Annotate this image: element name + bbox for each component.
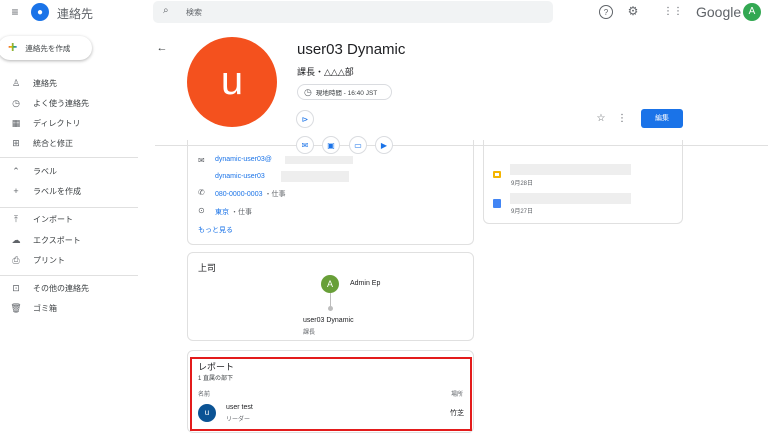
- menu-icon[interactable]: ≡: [8, 5, 22, 19]
- archive-icon: ⊡: [12, 282, 20, 293]
- manager-avatar[interactable]: A: [321, 275, 339, 293]
- contact-avatar: u: [187, 37, 277, 127]
- column-location: 場所: [450, 392, 463, 398]
- sidebar-item-other-contacts[interactable]: ⊡ その他の連絡先: [0, 278, 138, 298]
- video-button[interactable]: ▶: [375, 136, 393, 154]
- activity-date: 9月27日: [511, 209, 534, 215]
- self-title: 課長: [303, 330, 316, 336]
- redacted-block: [510, 164, 631, 175]
- divider: [0, 157, 138, 158]
- manager-card: 上司 A Admin Ep user03 Dynamic 課長: [187, 252, 474, 341]
- history-icon: ◷: [12, 97, 20, 108]
- chat-button[interactable]: ▭: [349, 136, 367, 154]
- cloud-download-icon: ☁: [11, 234, 21, 245]
- more-vert-icon[interactable]: ⋮: [616, 112, 628, 124]
- merge-icon: ⊞: [12, 137, 20, 148]
- redacted-block: [510, 193, 631, 204]
- contact-details-card: ✉ dynamic-user03@ dynamic-user03 ✆ 080-0…: [187, 140, 474, 245]
- chat-icon: ▭: [354, 140, 362, 150]
- address-type: ・仕事: [230, 209, 252, 216]
- phone-icon: ✆: [198, 188, 205, 197]
- divider: [0, 275, 138, 276]
- video-icon: ▶: [380, 140, 388, 150]
- report-location: 竹芝: [450, 410, 464, 417]
- back-arrow-icon[interactable]: ←: [155, 41, 169, 55]
- settings-icon[interactable]: ⚙: [626, 4, 640, 18]
- reports-title: レポート: [198, 362, 235, 372]
- chevron-up-icon: ⌃: [12, 165, 20, 176]
- sidebar-item-contacts[interactable]: ♙ 連絡先: [0, 73, 138, 93]
- calendar-icon: ▣: [327, 140, 335, 150]
- sidebar-item-directory[interactable]: ▦ ディレクトリ: [0, 113, 138, 133]
- label-button[interactable]: ⊳: [296, 110, 314, 128]
- email-button[interactable]: ✉: [296, 136, 314, 154]
- phone-link[interactable]: 080-0000-0003: [215, 191, 263, 198]
- search-icon[interactable]: ⌕: [163, 5, 169, 16]
- sidebar-item-frequent[interactable]: ◷ よく使う連絡先: [0, 93, 138, 113]
- manager-name[interactable]: Admin Ep: [350, 280, 380, 287]
- print-icon: ⎙: [12, 254, 20, 265]
- sidebar-item-create-label[interactable]: + ラベルを作成: [0, 181, 138, 201]
- report-name: user test: [226, 404, 253, 411]
- redacted-block: [281, 171, 349, 182]
- sidebar-item-trash[interactable]: 🗑︎ ゴミ箱: [0, 298, 138, 318]
- local-time-chip: ◷ 現地時間 - 16:40 JST: [297, 84, 392, 100]
- location-icon: ⊙: [198, 206, 205, 215]
- app-title: 連絡先: [57, 7, 94, 21]
- search-input[interactable]: 検索: [186, 7, 202, 18]
- create-contact-button[interactable]: + 連絡先を作成: [0, 36, 92, 60]
- email-link[interactable]: dynamic-user03@: [215, 156, 272, 163]
- plus-icon: +: [13, 186, 19, 196]
- sidebar-item-labels[interactable]: ⌃ ラベル: [0, 161, 138, 181]
- upload-icon: ⤒: [14, 213, 18, 224]
- manager-card-title: 上司: [198, 263, 217, 273]
- plus-icon: +: [8, 39, 18, 56]
- sidebar-item-export[interactable]: ☁ エクスポート: [0, 230, 138, 250]
- self-name: user03 Dynamic: [303, 317, 354, 324]
- contact-subtitle: 課長・△△△部: [297, 67, 354, 77]
- reports-count: 1 直属の部下: [198, 376, 234, 382]
- email-icon: ✉: [198, 156, 205, 165]
- slides-icon: [493, 171, 501, 178]
- org-node: [328, 306, 333, 311]
- google-logo: Google: [696, 4, 742, 20]
- account-avatar[interactable]: A: [743, 3, 761, 21]
- docs-icon: [493, 199, 501, 208]
- address-row: 東京 ・仕事: [215, 207, 252, 217]
- apps-icon[interactable]: ⋮⋮: [663, 4, 683, 18]
- activity-card: 9月28日 9月27日: [483, 140, 683, 224]
- local-time: 現地時間 - 16:40 JST: [315, 90, 378, 97]
- calendar-button[interactable]: ▣: [322, 136, 340, 154]
- activity-date: 9月28日: [511, 181, 534, 187]
- sidebar-item-merge[interactable]: ⊞ 統合と修正: [0, 133, 138, 153]
- divider: [0, 207, 138, 208]
- create-contact-label: 連絡先を作成: [25, 43, 71, 53]
- trash-icon: 🗑︎: [10, 302, 22, 313]
- header-divider: [155, 145, 768, 146]
- star-icon[interactable]: ☆: [595, 112, 607, 124]
- phone-row: 080-0000-0003 ・仕事: [215, 189, 285, 199]
- domain-icon: ▦: [11, 117, 21, 128]
- sidebar-item-print[interactable]: ⎙ プリント: [0, 250, 138, 270]
- column-name: 名前: [198, 392, 211, 398]
- contacts-logo-icon: ●: [31, 3, 49, 21]
- report-title: リーダー: [226, 417, 251, 423]
- search-box[interactable]: ⌕ 検索: [153, 1, 553, 23]
- reports-card: レポート 1 直属の部下 名前 場所 u user test リーダー 竹芝: [187, 350, 474, 433]
- label-icon: ⊳: [301, 114, 309, 124]
- contact-name: user03 Dynamic: [297, 41, 406, 58]
- report-row[interactable]: u user test リーダー 竹芝: [196, 403, 466, 425]
- report-avatar: u: [198, 404, 216, 422]
- email-link[interactable]: dynamic-user03: [215, 173, 265, 180]
- phone-type: ・仕事: [264, 191, 286, 198]
- email-icon: ✉: [301, 140, 309, 150]
- clock-icon: ◷: [304, 86, 312, 97]
- help-icon[interactable]: ?: [599, 5, 613, 19]
- redacted-block: [285, 156, 353, 164]
- address-link[interactable]: 東京: [215, 209, 229, 216]
- show-more-link[interactable]: もっと見る: [198, 225, 233, 235]
- edit-button[interactable]: 編集: [641, 109, 683, 128]
- person-icon: ♙: [11, 77, 21, 88]
- sidebar-item-import[interactable]: ⤒ インポート: [0, 209, 138, 229]
